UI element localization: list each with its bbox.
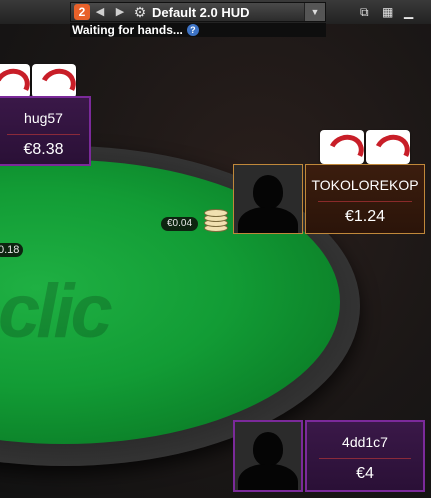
minimize-icon[interactable]: ▁ bbox=[404, 5, 413, 19]
divider bbox=[317, 201, 413, 202]
divider bbox=[318, 458, 412, 459]
tile-windows-icon[interactable]: ▦ bbox=[382, 5, 393, 19]
poker-table-scene: 2 ◀ ▶ ⚙ Default 2.0 HUD ▼ Waiting for ha… bbox=[0, 0, 431, 498]
card-back bbox=[366, 130, 410, 164]
chip-stack-icon bbox=[204, 206, 228, 232]
player-stack: €4 bbox=[356, 465, 374, 482]
player-stack: €1.24 bbox=[344, 208, 386, 225]
bet-amount: €0.04 bbox=[161, 217, 199, 231]
player-name: 4dd1c7 bbox=[342, 434, 388, 450]
card-back bbox=[32, 64, 76, 98]
player-name: TOKOLOREKOP bbox=[311, 177, 419, 193]
player-seat-bottom[interactable]: 4dd1c7 €4 bbox=[305, 420, 425, 492]
hud-toolbar: 2 ◀ ▶ ⚙ Default 2.0 HUD ▼ bbox=[70, 2, 326, 22]
player-seat-left[interactable]: hug57 €8.38 bbox=[0, 96, 91, 166]
player-stack: €8.38 bbox=[23, 141, 64, 158]
restore-window-icon[interactable]: ⧉ bbox=[360, 5, 369, 20]
help-icon[interactable]: ? bbox=[186, 24, 199, 36]
gear-icon[interactable]: ⚙ bbox=[130, 3, 150, 21]
hud-status-text: Waiting for hands... bbox=[72, 23, 183, 37]
avatar bbox=[233, 420, 303, 492]
player-name: hug57 bbox=[24, 110, 63, 126]
avatar bbox=[233, 164, 303, 234]
card-back bbox=[0, 64, 30, 98]
table-logo: clic bbox=[0, 269, 113, 354]
divider bbox=[7, 134, 80, 135]
prev-arrow-icon[interactable]: ◀ bbox=[90, 3, 110, 21]
side-amount: 0.18 bbox=[0, 243, 24, 257]
card-back bbox=[320, 130, 364, 164]
hud-status: Waiting for hands...? bbox=[70, 23, 326, 37]
dropdown-icon[interactable]: ▼ bbox=[304, 3, 325, 21]
next-arrow-icon[interactable]: ▶ bbox=[110, 3, 130, 21]
hud-badge[interactable]: 2 bbox=[74, 4, 90, 20]
hud-title[interactable]: Default 2.0 HUD bbox=[150, 5, 304, 20]
player-seat-right[interactable]: TOKOLOREKOP €1.24 bbox=[305, 164, 425, 234]
